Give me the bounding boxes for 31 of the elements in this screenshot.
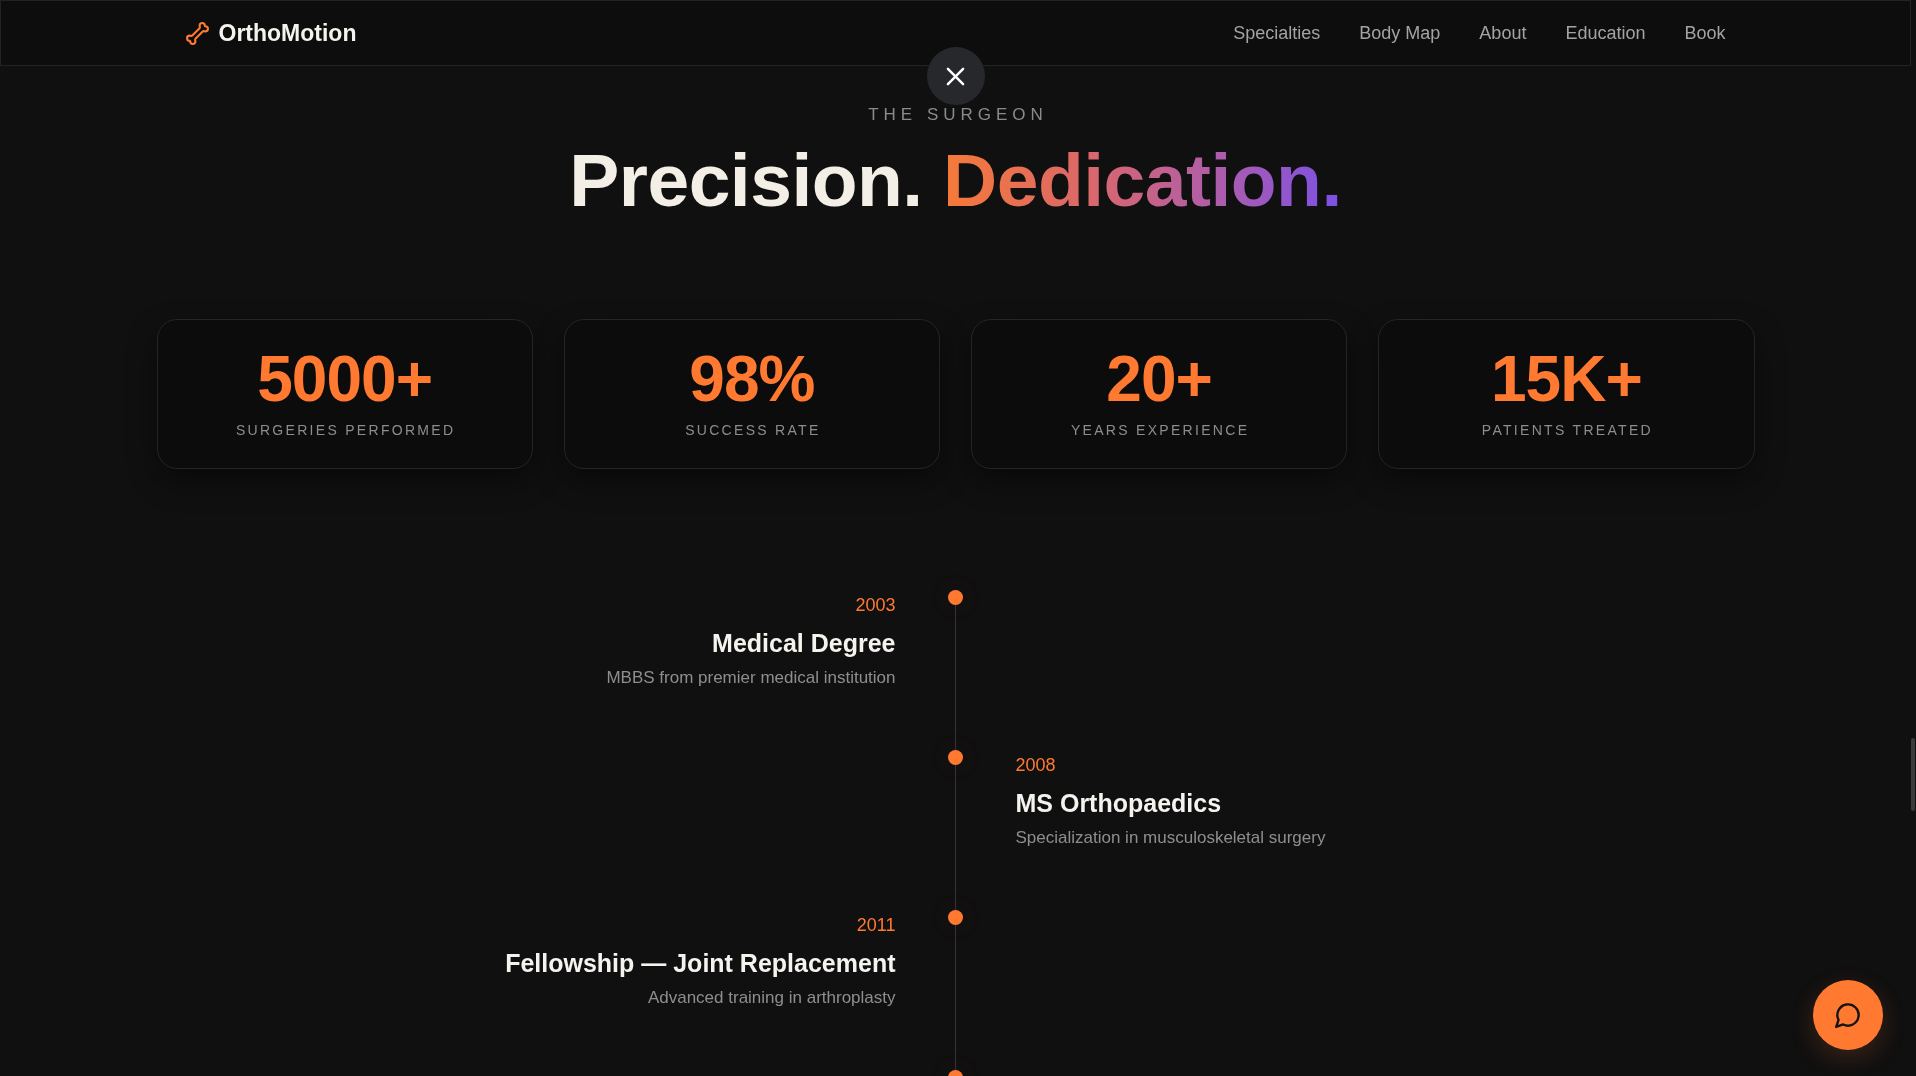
- stat-value: 15K+: [1491, 346, 1642, 411]
- timeline-description: Specialization in musculoskeletal surgery: [1015, 826, 1326, 849]
- chat-bubble-icon: [1835, 1002, 1861, 1028]
- timeline-title: Fellowship — Joint Replacement: [505, 947, 896, 979]
- timeline-title: MS Orthopaedics: [1015, 787, 1223, 819]
- timeline-description: MBBS from premier medical institution: [606, 666, 896, 689]
- stat-value: 5000+: [257, 346, 432, 411]
- stat-label: SURGERIES PERFORMED: [234, 420, 456, 439]
- stat-label: PATIENTS TREATED: [1480, 420, 1653, 439]
- stat-value: 98%: [689, 346, 815, 411]
- timeline-dot: [948, 589, 963, 605]
- nav-link[interactable]: Education: [1565, 22, 1646, 44]
- bone-icon: [185, 21, 209, 45]
- timeline-year: 2011: [855, 913, 896, 937]
- nav-link[interactable]: About: [1479, 22, 1527, 44]
- timeline-dot: [948, 909, 963, 925]
- timeline-year: 2003: [854, 593, 896, 617]
- nav-link[interactable]: Book: [1684, 22, 1726, 44]
- close-icon: [946, 66, 965, 86]
- timeline-dot: [948, 749, 963, 765]
- stat-label: SUCCESS RATE: [684, 420, 821, 439]
- timeline-year: 2008: [1015, 753, 1057, 777]
- stat-value: 20+: [1106, 346, 1212, 411]
- timeline-title: Medical Degree: [711, 627, 896, 659]
- section-eyebrow: THE SURGEON: [867, 106, 1048, 123]
- scrollbar-thumb[interactable]: [1911, 738, 1915, 811]
- nav-link[interactable]: Specialties: [1233, 22, 1321, 44]
- logo-link[interactable]: OrthoMotion: [185, 19, 357, 47]
- nav-link[interactable]: Body Map: [1359, 22, 1441, 44]
- stat-label: YEARS EXPERIENCE: [1069, 420, 1250, 439]
- timeline-description: Advanced training in arthroplasty: [646, 986, 896, 1009]
